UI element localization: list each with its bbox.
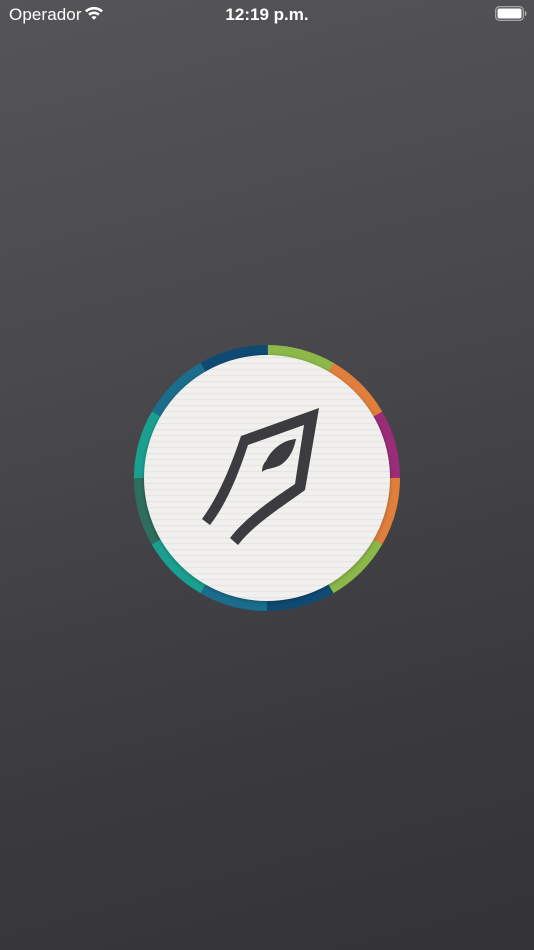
app-logo <box>134 345 400 611</box>
status-bar: Operador 12:19 p.m. <box>0 0 534 30</box>
battery-icon <box>495 6 527 21</box>
splash-screen: Operador 12:19 p.m. <box>0 0 534 950</box>
logo-disc <box>144 355 390 601</box>
battery-level-fill <box>497 8 522 19</box>
clock: 12:19 p.m. <box>225 5 309 24</box>
